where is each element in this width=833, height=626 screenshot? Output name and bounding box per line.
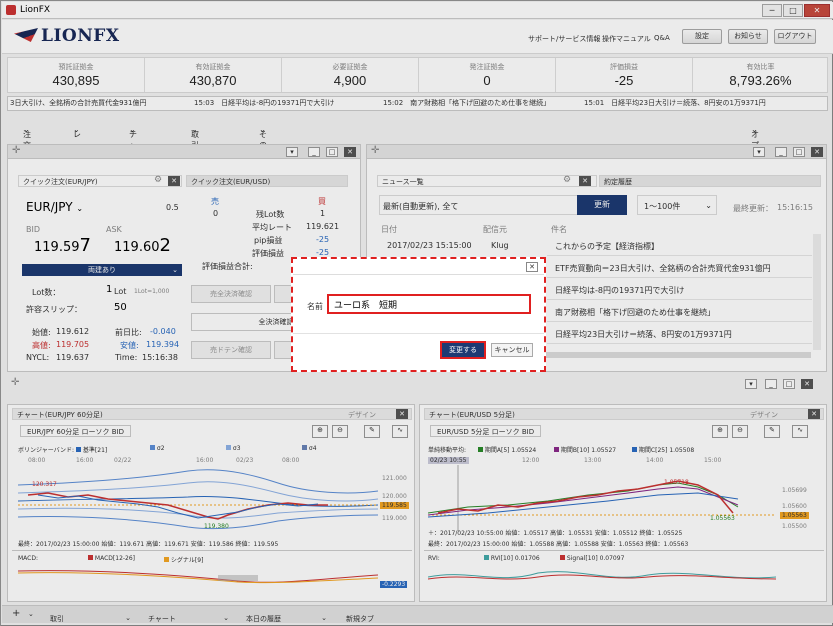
dialog-header: ✕	[293, 259, 544, 275]
dialog-divider	[293, 333, 544, 334]
app-window: LionFX ─ □ ✕ LIONFX サポート/サービス情報 操作マニュアル …	[0, 0, 833, 626]
rename-tab-dialog: ✕ 名前 変更する キャンセル	[291, 257, 546, 372]
confirm-change-button[interactable]: 変更する	[440, 341, 486, 359]
cancel-button[interactable]: キャンセル	[491, 343, 533, 357]
name-input[interactable]	[327, 294, 531, 314]
dialog-close-icon[interactable]: ✕	[526, 262, 538, 272]
name-label: 名前	[307, 302, 323, 311]
